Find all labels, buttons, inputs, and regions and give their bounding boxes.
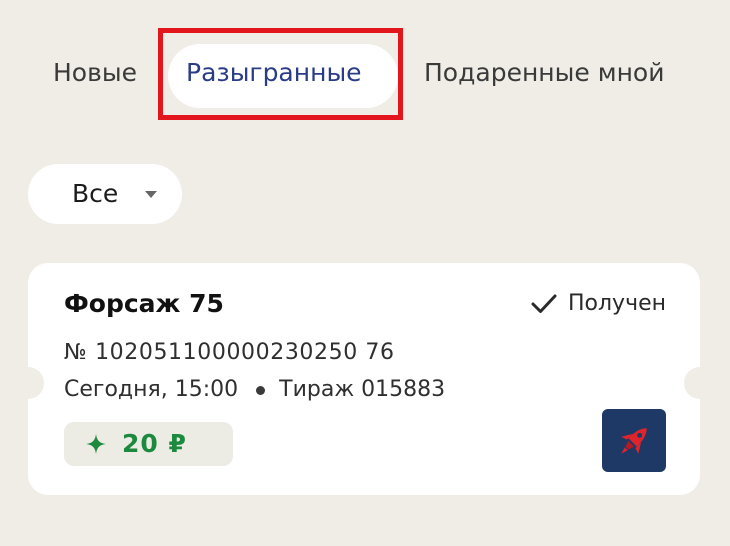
game-logo (602, 409, 666, 472)
ticket-title: Форсаж 75 (64, 289, 224, 318)
tab-new[interactable]: Новые (53, 56, 137, 90)
dot-separator (256, 385, 266, 395)
tab-gifted[interactable]: Подаренные мной (424, 56, 664, 90)
ticket-status: Получен (530, 288, 666, 320)
filter-label: Все (72, 179, 119, 208)
ticket-notch-right (684, 367, 716, 399)
check-icon (531, 294, 557, 313)
filter-dropdown[interactable]: Все (28, 164, 182, 224)
status-text: Получен (567, 291, 666, 316)
ticket-notch-left (12, 367, 44, 399)
ticket-number: № 102051100000230250 76 (64, 340, 395, 365)
prize-amount: 20 ₽ (122, 429, 187, 458)
draw-number: Тираж 015883 (279, 377, 446, 402)
sparkle-icon (86, 434, 106, 454)
prize-badge: 20 ₽ (64, 422, 233, 466)
rocket-icon (621, 427, 647, 454)
ticket-meta: Сегодня, 15:00 Тираж 015883 (64, 375, 445, 405)
ticket-card[interactable]: Форсаж 75 Получен № 102051100000230250 7… (12, 263, 716, 495)
chevron-down-icon (145, 191, 157, 198)
highlight-box (158, 28, 403, 120)
draw-date: Сегодня, 15:00 (64, 377, 239, 402)
